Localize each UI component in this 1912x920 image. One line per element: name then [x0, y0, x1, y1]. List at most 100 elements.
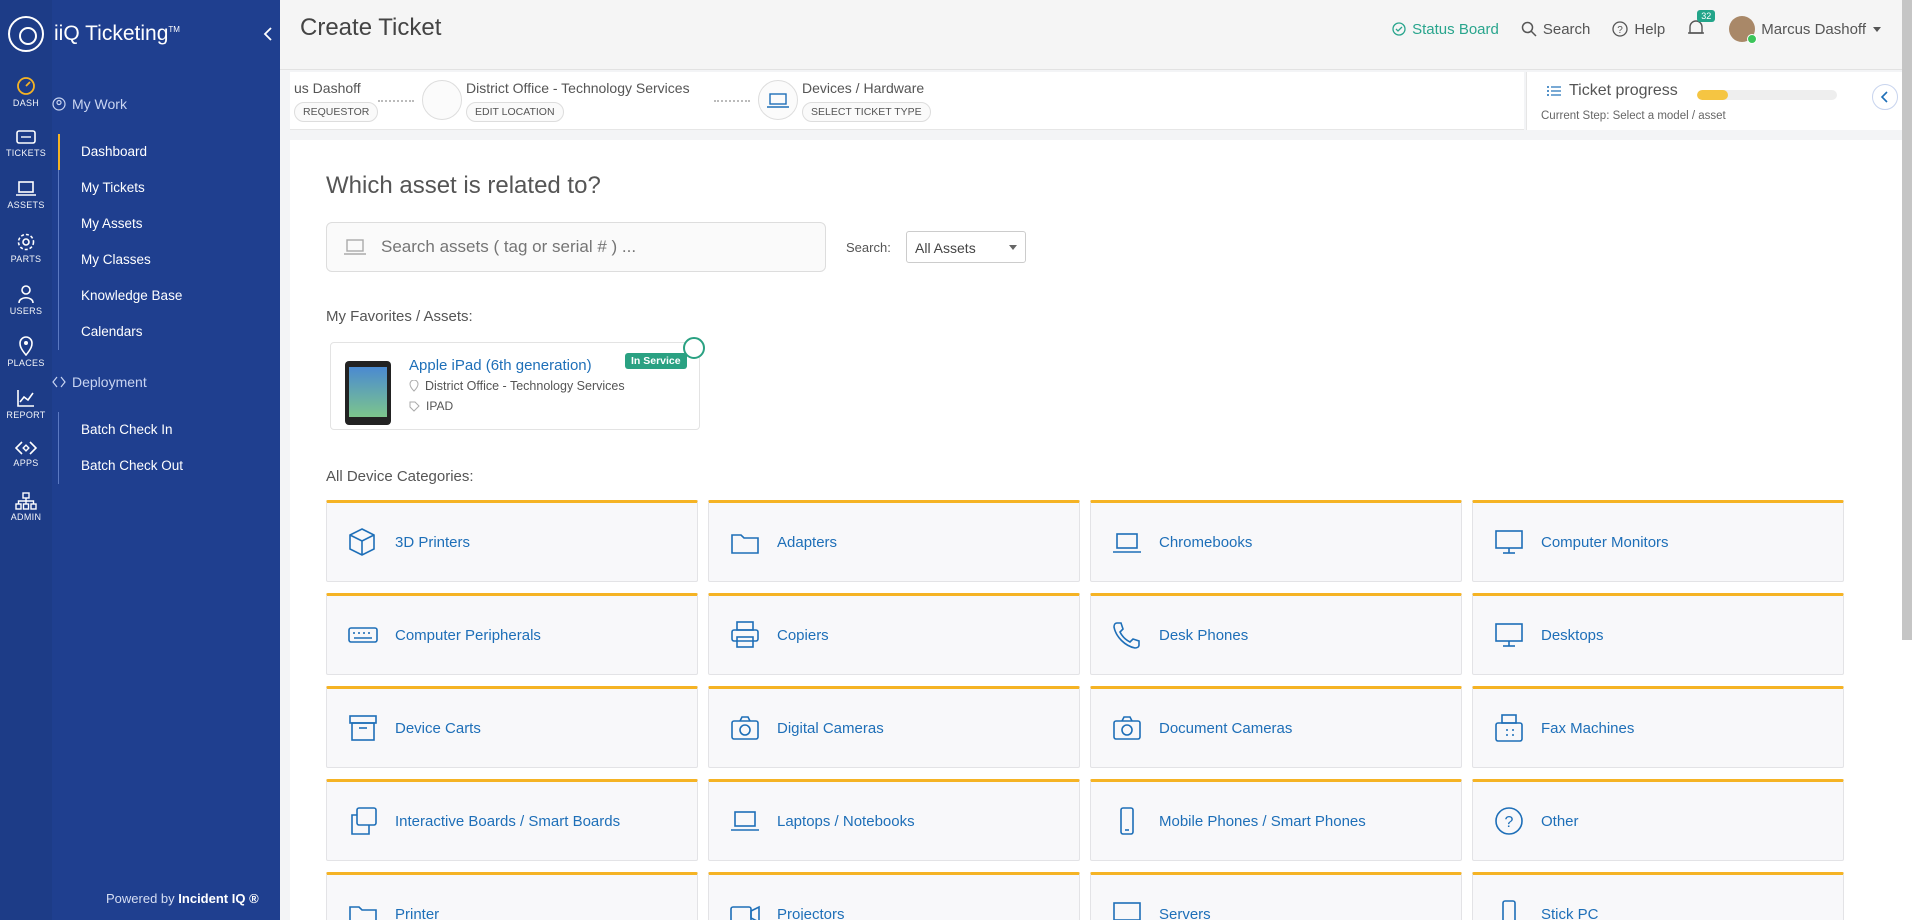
- nav-link-my-assets[interactable]: My Assets: [81, 206, 182, 242]
- caret-down-icon: [1873, 27, 1881, 32]
- search-scope-select[interactable]: All Assets: [906, 231, 1026, 263]
- help-circle-icon: ?: [1495, 807, 1523, 835]
- step-connector: [714, 100, 750, 102]
- rail-report[interactable]: REPORT: [0, 388, 52, 420]
- status-badge: In Service: [625, 353, 687, 369]
- category-label: Computer Peripherals: [395, 626, 541, 644]
- laptop-icon: [1113, 533, 1141, 553]
- powered-brand: Incident IQ ®: [178, 891, 259, 906]
- logo-icon[interactable]: [8, 16, 44, 52]
- category-card[interactable]: Laptops / Notebooks: [708, 779, 1080, 861]
- search-icon: [1521, 21, 1537, 37]
- category-label: Digital Cameras: [777, 719, 884, 737]
- user-icon: [18, 285, 34, 304]
- user-name: Marcus Dashoff: [1761, 20, 1866, 38]
- toggle-progress-button[interactable]: [1872, 84, 1898, 110]
- section-my-work[interactable]: My Work: [52, 96, 127, 112]
- category-label: Desk Phones: [1159, 626, 1249, 644]
- rail-assets[interactable]: ASSETS: [0, 180, 52, 210]
- rail-places[interactable]: PLACES: [0, 336, 52, 368]
- category-label: Stick PC: [1541, 905, 1599, 920]
- nav-link-knowledge-base[interactable]: Knowledge Base: [81, 278, 182, 314]
- help-icon: ?: [1612, 21, 1629, 37]
- chart-icon: [17, 390, 34, 407]
- powered-by: Powered by Incident IQ ®: [106, 891, 259, 906]
- top-header: Create Ticket Status Board Search ? Help…: [280, 0, 1912, 70]
- step-name: Devices / Hardware: [802, 80, 925, 96]
- asset-search-input[interactable]: [381, 237, 801, 257]
- nav-link-my-classes[interactable]: My Classes: [81, 242, 182, 278]
- step-action-button[interactable]: REQUESTOR: [294, 102, 379, 122]
- rail-dash[interactable]: DASH: [0, 76, 52, 108]
- category-card[interactable]: Digital Cameras: [708, 686, 1080, 768]
- rail-admin[interactable]: ADMIN: [0, 492, 52, 522]
- favorite-asset-card[interactable]: Apple iPad (6th generation) In Service D…: [330, 337, 705, 430]
- rail-label: PLACES: [7, 358, 45, 368]
- nav-link-dashboard[interactable]: Dashboard: [81, 134, 182, 170]
- camera-icon: [1113, 716, 1141, 740]
- nav-link-batch-check-in[interactable]: Batch Check In: [81, 412, 183, 448]
- nav-link-calendars[interactable]: Calendars: [81, 314, 182, 350]
- progress-bar: [1697, 90, 1837, 100]
- category-card[interactable]: 3D Printers: [326, 500, 698, 582]
- page-scrollbar[interactable]: [1902, 0, 1912, 640]
- category-card[interactable]: Printer: [326, 872, 698, 920]
- svg-text:?: ?: [1505, 814, 1514, 831]
- link-icon[interactable]: [683, 337, 705, 359]
- category-card[interactable]: Computer Peripherals: [326, 593, 698, 675]
- category-label: Projectors: [777, 905, 845, 920]
- collapse-chevron-icon[interactable]: [260, 26, 276, 42]
- nav-group-deployment: Batch Check In Batch Check Out: [58, 412, 183, 484]
- dashboard-icon: [17, 77, 35, 95]
- category-card[interactable]: Stick PC: [1472, 872, 1844, 920]
- category-card[interactable]: Adapters: [708, 500, 1080, 582]
- status-board-link[interactable]: Status Board: [1392, 21, 1499, 38]
- progress-title-text: Ticket progress: [1569, 82, 1678, 99]
- keyboard-icon: [348, 627, 378, 643]
- category-label: Servers: [1159, 905, 1211, 920]
- categories-heading: All Device Categories:: [326, 468, 474, 485]
- category-card[interactable]: Servers: [1090, 872, 1462, 920]
- active-indicator: [58, 134, 60, 170]
- laptop-icon: [731, 811, 759, 831]
- favorite-asset-name[interactable]: Apple iPad (6th generation): [409, 357, 592, 374]
- section-deployment[interactable]: Deployment: [52, 374, 147, 390]
- rail-parts[interactable]: PARTS: [0, 232, 52, 264]
- rail-apps[interactable]: APPS: [0, 440, 52, 468]
- step-action-button[interactable]: SELECT TICKET TYPE: [802, 102, 931, 122]
- laptop-icon: [16, 181, 36, 196]
- notifications-button[interactable]: 32: [1687, 10, 1716, 40]
- search-link[interactable]: Search: [1521, 21, 1590, 38]
- rail-users[interactable]: USERS: [0, 284, 52, 316]
- nav-link-batch-check-out[interactable]: Batch Check Out: [81, 448, 183, 484]
- camera-icon: [731, 716, 759, 740]
- step-action-button[interactable]: EDIT LOCATION: [466, 102, 564, 122]
- category-label: Document Cameras: [1159, 719, 1293, 737]
- category-card[interactable]: Interactive Boards / Smart Boards: [326, 779, 698, 861]
- user-menu[interactable]: Marcus Dashoff: [1729, 16, 1882, 44]
- help-link[interactable]: ? Help: [1612, 21, 1665, 38]
- category-card[interactable]: Document Cameras: [1090, 686, 1462, 768]
- category-card[interactable]: Copiers: [708, 593, 1080, 675]
- rail-label: DASH: [12, 98, 40, 108]
- category-card[interactable]: Chromebooks: [1090, 500, 1462, 582]
- category-card[interactable]: Desktops: [1472, 593, 1844, 675]
- category-card[interactable]: Fax Machines: [1472, 686, 1844, 768]
- asset-search-box[interactable]: [326, 222, 826, 272]
- laptop-icon: [344, 239, 366, 255]
- rail-tickets[interactable]: TICKETS: [0, 128, 52, 158]
- rail-label: TICKETS: [5, 148, 47, 158]
- category-card[interactable]: Mobile Phones / Smart Phones: [1090, 779, 1462, 861]
- boards-icon: [351, 807, 377, 835]
- category-card[interactable]: Computer Monitors: [1472, 500, 1844, 582]
- step-location: District Office - Technology Services ED…: [466, 80, 690, 122]
- category-card[interactable]: Projectors: [708, 872, 1080, 920]
- app-brand[interactable]: iiQ TicketingTM: [54, 22, 180, 46]
- category-label: Device Carts: [395, 719, 481, 737]
- ticket-steps: us Dashoff REQUESTOR District Office - T…: [290, 72, 1524, 130]
- category-card[interactable]: Device Carts: [326, 686, 698, 768]
- category-card[interactable]: ? Other: [1472, 779, 1844, 861]
- category-label: Fax Machines: [1541, 719, 1635, 737]
- category-card[interactable]: Desk Phones: [1090, 593, 1462, 675]
- nav-link-my-tickets[interactable]: My Tickets: [81, 170, 182, 206]
